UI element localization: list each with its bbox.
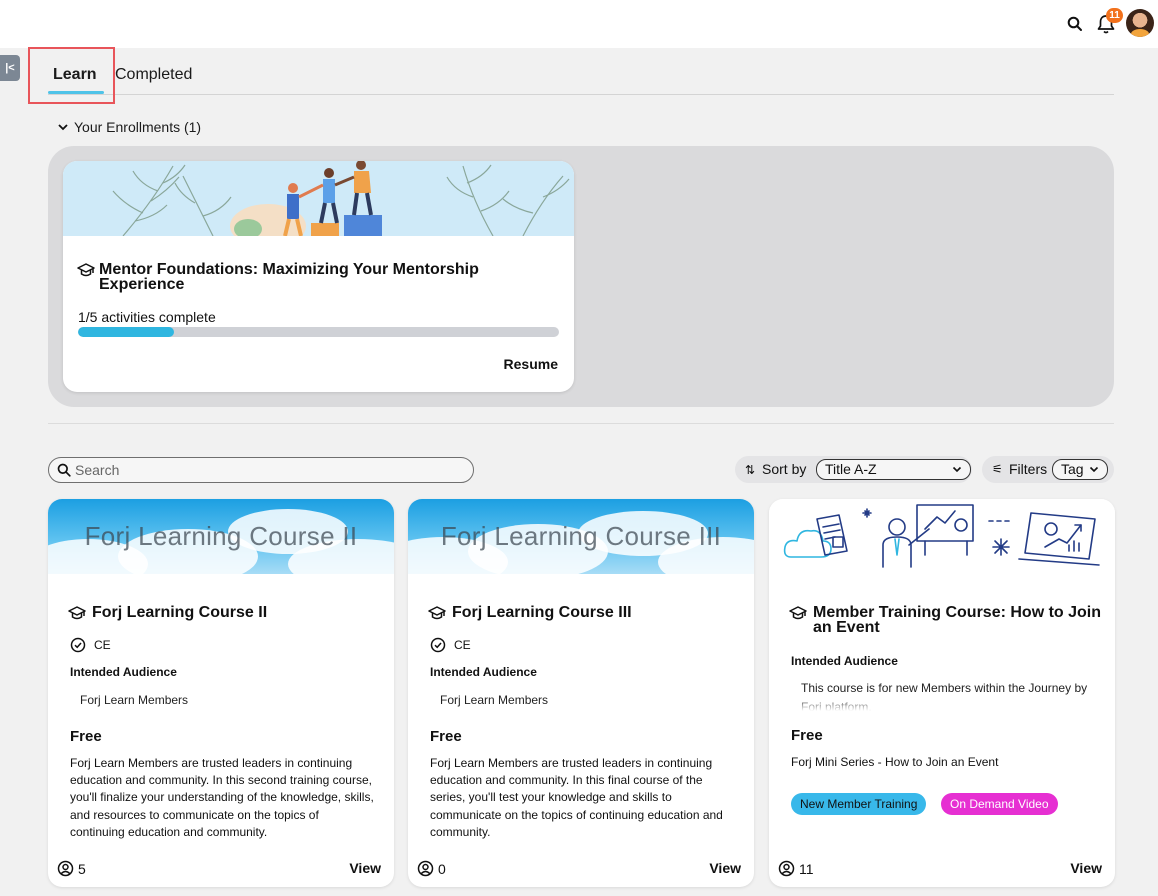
- user-circle-icon: [778, 860, 795, 877]
- price: Free: [70, 728, 102, 745]
- view-button[interactable]: View: [1070, 860, 1102, 876]
- search-icon: [57, 463, 71, 477]
- training-illustration: [783, 504, 1100, 568]
- filters-label[interactable]: Filters: [1009, 461, 1047, 477]
- course-card[interactable]: Member Training Course: How to Join an E…: [769, 499, 1115, 887]
- course-banner-image: [769, 499, 1115, 574]
- resume-button[interactable]: Resume: [488, 356, 558, 372]
- highlight-annotation: [28, 47, 115, 104]
- chevron-down-icon: [952, 466, 962, 473]
- search-icon[interactable]: [1066, 15, 1084, 33]
- graduation-cap-icon: [428, 606, 446, 620]
- price: Free: [430, 728, 462, 745]
- search-box: [48, 457, 474, 483]
- progress-text: 1/5 activities complete: [78, 309, 216, 325]
- progress-bar: [78, 327, 559, 337]
- top-bar: 11: [0, 0, 1158, 48]
- audience-value: Forj Learn Members: [80, 693, 189, 707]
- enrolled-count: 5: [57, 860, 86, 877]
- course-title: Forj Learning Course II: [92, 604, 268, 621]
- audience-value: This course is for new Members within th…: [801, 681, 1088, 711]
- tag-chip[interactable]: On Demand Video: [941, 793, 1058, 815]
- enrollment-card[interactable]: Mentor Foundations: Maximizing Your Ment…: [63, 161, 574, 392]
- enrollment-course-title: Mentor Foundations: Maximizing Your Ment…: [99, 261, 479, 293]
- enrolled-count: 0: [417, 860, 446, 877]
- view-button[interactable]: View: [349, 860, 381, 876]
- course-banner-image: Forj Learning Course III: [408, 499, 754, 574]
- sort-select[interactable]: Title A-Z: [816, 459, 971, 480]
- graduation-cap-icon: [77, 263, 95, 277]
- sort-control: ⇅ Sort by Title A-Z: [735, 456, 972, 483]
- banner-text: Forj Learning Course III: [440, 521, 722, 551]
- chevron-down-icon: [58, 124, 68, 131]
- tab-bar: Learn Completed: [48, 58, 1114, 95]
- audience-label: Intended Audience: [70, 665, 177, 679]
- price: Free: [791, 727, 823, 744]
- tab-completed[interactable]: Completed: [115, 66, 192, 84]
- audience-value: Forj Learn Members: [440, 693, 549, 707]
- ce-label: CE: [94, 638, 111, 652]
- tag-select[interactable]: Tag: [1052, 459, 1108, 480]
- course-banner-image: Forj Learning Course II: [48, 499, 394, 574]
- ce-badge: CE: [430, 637, 471, 653]
- sort-arrows-icon: ⇅: [745, 463, 756, 477]
- banner-text: Forj Learning Course II: [84, 521, 358, 551]
- sort-select-value: Title A-Z: [825, 461, 877, 477]
- filters-control: ⚟ Filters Tag: [982, 456, 1114, 483]
- ce-label: CE: [454, 638, 471, 652]
- chevron-down-icon: [1089, 466, 1099, 473]
- ce-badge: CE: [70, 637, 111, 653]
- check-circle-icon: [430, 637, 446, 653]
- tag-chip[interactable]: New Member Training: [791, 793, 927, 815]
- course-banner-image: [63, 161, 574, 236]
- enrolled-count-value: 0: [438, 860, 446, 877]
- course-card[interactable]: Forj Learning Course III Forj Learning C…: [408, 499, 754, 887]
- filter-sliders-icon: ⚟: [992, 462, 1003, 476]
- user-circle-icon: [57, 860, 74, 877]
- audience-label: Intended Audience: [791, 654, 898, 668]
- check-circle-icon: [70, 637, 86, 653]
- section-divider: [48, 423, 1114, 424]
- notification-badge: 11: [1106, 8, 1123, 23]
- enrolled-count-value: 11: [799, 860, 814, 877]
- enrolled-count: 11: [778, 860, 814, 877]
- user-circle-icon: [417, 860, 434, 877]
- collapse-sidebar-button[interactable]: |<: [0, 55, 20, 81]
- course-title: Member Training Course: How to Join an E…: [813, 604, 1102, 636]
- graduation-cap-icon: [789, 606, 807, 620]
- graduation-cap-icon: [68, 606, 86, 620]
- search-input[interactable]: [75, 461, 465, 479]
- mentorship-illustration: [112, 161, 570, 236]
- course-description: Forj Learn Members are trusted leaders i…: [430, 756, 723, 839]
- enrollments-toggle[interactable]: Your Enrollments (1): [58, 119, 201, 135]
- enrollments-label: Your Enrollments (1): [74, 119, 202, 135]
- tag-select-value: Tag: [1061, 461, 1084, 477]
- course-description: Forj Mini Series - How to Join an Event: [791, 755, 999, 769]
- view-button[interactable]: View: [709, 860, 741, 876]
- audience-label: Intended Audience: [430, 665, 537, 679]
- enrolled-count-value: 5: [78, 860, 86, 877]
- course-title: Forj Learning Course III: [452, 604, 632, 621]
- course-card[interactable]: Forj Learning Course II Forj Learning Co…: [48, 499, 394, 887]
- sort-label: Sort by: [762, 461, 807, 477]
- avatar[interactable]: [1126, 9, 1154, 37]
- course-description: Forj Learn Members are trusted leaders i…: [70, 756, 374, 839]
- progress-fill: [78, 327, 175, 337]
